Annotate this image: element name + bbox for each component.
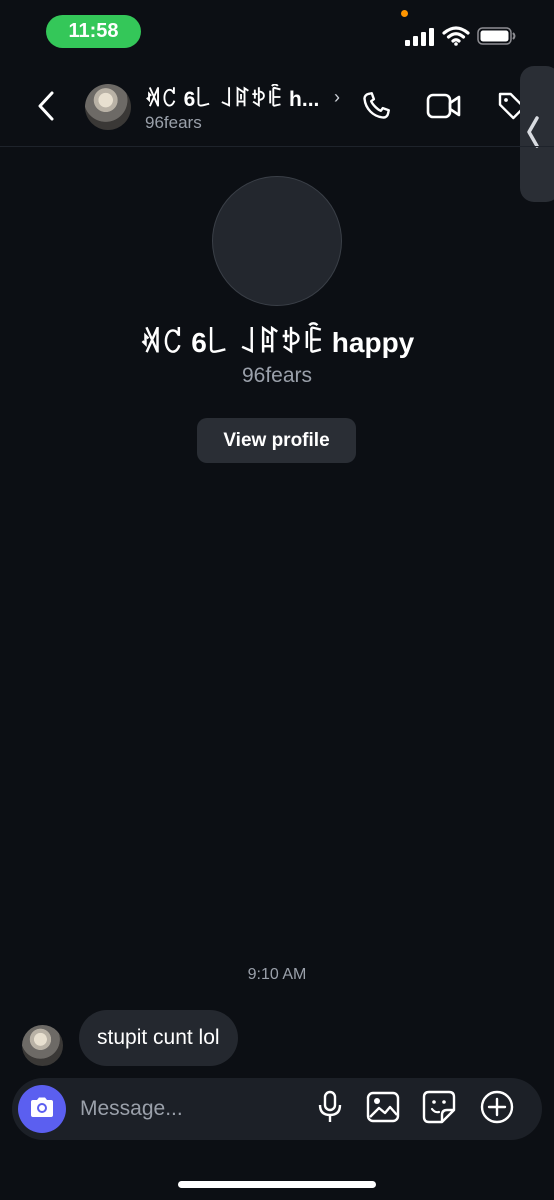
contact-avatar[interactable] [85, 84, 131, 130]
message-bubble[interactable]: stupit cunt lol [79, 1010, 238, 1066]
voice-call-button[interactable] [356, 88, 396, 128]
more-options-button[interactable] [479, 1090, 515, 1128]
sticker-icon [422, 1090, 456, 1129]
sticker-button[interactable] [421, 1090, 457, 1128]
video-call-button[interactable] [424, 88, 464, 128]
microphone-icon [317, 1090, 343, 1129]
gallery-button[interactable] [365, 1090, 401, 1128]
profile-name: ꄊ꒝ 6꒒ ꒑ꍏꉣꍟ happy [139, 327, 415, 358]
chevron-left-icon [36, 90, 56, 127]
profile-avatar [212, 176, 342, 306]
back-button[interactable] [28, 88, 64, 128]
contact-name[interactable]: ꄊ꒝ 6꒒ ꒑ꍏꉣꍟ h... [145, 84, 330, 112]
camera-button[interactable] [18, 1085, 66, 1133]
phone-icon [359, 89, 393, 128]
home-indicator[interactable] [178, 1181, 376, 1188]
plus-circle-icon [480, 1090, 514, 1129]
header-divider [0, 146, 554, 147]
voice-message-button[interactable] [312, 1090, 348, 1128]
side-panel-handle[interactable] [520, 66, 554, 202]
profile-username: 96fears [241, 364, 313, 387]
camera-icon [29, 1096, 55, 1123]
wifi-icon [442, 26, 470, 46]
image-icon [366, 1091, 400, 1128]
video-icon [426, 91, 462, 126]
view-profile-button[interactable]: View profile [197, 418, 356, 463]
status-time: 11:58 [46, 15, 141, 48]
contact-username[interactable]: 96fears [145, 113, 202, 133]
chevron-left-icon [526, 115, 540, 154]
message-timestamp: 9:10 AM [247, 966, 307, 983]
privacy-indicator-dot [401, 10, 408, 17]
sender-avatar[interactable] [22, 1025, 63, 1066]
cellular-signal-icon [405, 28, 435, 46]
message-input[interactable] [80, 1090, 300, 1128]
battery-icon [477, 26, 517, 46]
chevron-right-icon: › [334, 87, 340, 107]
